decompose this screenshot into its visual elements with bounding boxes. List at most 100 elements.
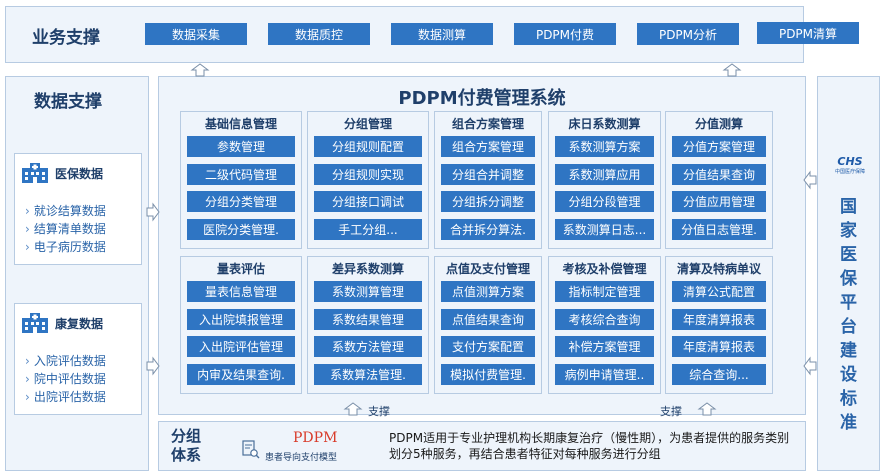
standard-title-char: 设 bbox=[840, 365, 857, 385]
module-group-title: 清算及特病单议 bbox=[676, 262, 761, 276]
module-button[interactable]: 支付方案配置 bbox=[441, 336, 535, 357]
module-group-title: 点值及支付管理 bbox=[445, 262, 530, 276]
up-arrow-icon bbox=[190, 63, 210, 77]
biz-item-pdpm-settlement[interactable]: PDPM清算 bbox=[757, 22, 859, 44]
biz-item-pdpm-analysis[interactable]: PDPM分析 bbox=[637, 23, 739, 45]
module-group: 分值测算分值方案管理 分值结果查询 分值应用管理 分值日志管理. bbox=[665, 111, 773, 249]
module-button[interactable]: 系数测算应用 bbox=[555, 163, 654, 185]
module-button[interactable]: 系数测算日志... bbox=[555, 218, 654, 240]
module-button[interactable]: 点值结果查询 bbox=[441, 308, 535, 330]
left-arrow-icon bbox=[803, 356, 817, 376]
module-button[interactable]: 综合查询... bbox=[672, 363, 766, 385]
module-button[interactable]: 补偿方案管理 bbox=[555, 336, 654, 357]
module-group-title: 分值测算 bbox=[694, 117, 743, 131]
grouping-system-panel: 分组 体系 PDPM 患者导向支付模型 PDPM适用于专业护理机构长期康复治疗（… bbox=[158, 421, 806, 471]
module-button[interactable]: 手工分组... bbox=[314, 218, 422, 240]
module-button[interactable]: 系数测算方案 bbox=[555, 136, 654, 157]
module-button[interactable]: 入出院填报管理 bbox=[187, 308, 295, 330]
module-button[interactable]: 病例申请管理.. bbox=[555, 363, 654, 385]
module-button[interactable]: 考核综合查询 bbox=[555, 308, 654, 330]
module-group-title: 量表评估 bbox=[216, 262, 265, 276]
module-button[interactable]: 系数结果管理 bbox=[314, 308, 422, 330]
module-button[interactable]: 内审及结果查询. bbox=[187, 363, 295, 385]
rehab-data-item: › 出院评估数据 bbox=[25, 390, 106, 404]
biz-item-data-collection[interactable]: 数据采集 bbox=[145, 23, 247, 45]
module-button[interactable]: 指标制定管理 bbox=[555, 281, 654, 302]
business-support-panel: 业务支撑 数据采集 数据质控 数据测算 PDPM付费 PDPM分析 bbox=[5, 6, 804, 63]
module-button[interactable]: 二级代码管理 bbox=[187, 163, 295, 185]
module-button[interactable]: 分组规则实现 bbox=[314, 163, 422, 185]
module-button[interactable]: 分值方案管理 bbox=[672, 136, 766, 157]
module-button[interactable]: 分值日志管理. bbox=[672, 218, 766, 240]
module-group: 组合方案管理 组合方案管理 分组合并调整 分组拆分调整 合并拆分算法. bbox=[434, 111, 542, 249]
chs-logo-caption: 中国医疗保障 bbox=[834, 169, 865, 175]
standard-title-char: 准 bbox=[840, 413, 857, 433]
up-arrow-icon bbox=[343, 402, 363, 416]
national-standard-title: 国 家 医 保 平 台 建 设 标 准 bbox=[818, 195, 879, 435]
module-button[interactable]: 量表信息管理 bbox=[187, 281, 295, 302]
pdpm-logo-caption: 患者导向支付模型 bbox=[265, 453, 338, 463]
rehab-data-title: 康复数据 bbox=[55, 316, 104, 331]
pdpm-system-panel: PDPM付费管理系统 基础信息管理参数管理二级代码管理 分组分类管理 医院分类管理.… bbox=[158, 76, 806, 415]
pdpm-logo-word: PDPM bbox=[293, 430, 338, 446]
module-button[interactable]: 分值结果查询 bbox=[672, 163, 766, 185]
hospital-building-icon bbox=[22, 163, 48, 183]
right-arrow-icon bbox=[146, 356, 160, 376]
module-button[interactable]: 清算公式配置 bbox=[672, 281, 766, 302]
module-button[interactable]: 年度清算报表 bbox=[672, 336, 766, 357]
module-group: 基础信息管理参数管理二级代码管理 分组分类管理 医院分类管理. bbox=[180, 111, 302, 249]
grouping-description: PDPM适用于专业护理机构长期康复治疗（慢性期），为患者提供的服务类别划分5种服… bbox=[389, 431, 790, 461]
module-button[interactable]: 分组合并调整 bbox=[441, 163, 535, 185]
chs-logo-text: CHS bbox=[837, 155, 863, 168]
module-group-title: 差异系数测算 bbox=[331, 262, 404, 276]
biz-item-pdpm-payment[interactable]: PDPM付费 bbox=[514, 23, 616, 45]
chevron-right-icon: › bbox=[25, 222, 30, 236]
module-button[interactable]: 分值应用管理 bbox=[672, 191, 766, 212]
search-document-icon bbox=[242, 440, 260, 459]
module-button[interactable]: 模拟付费管理. bbox=[441, 363, 535, 385]
module-button[interactable]: 系数测算管理 bbox=[314, 281, 422, 302]
module-button[interactable]: 年度清算报表 bbox=[672, 308, 766, 330]
up-arrow-icon bbox=[697, 402, 717, 416]
module-button[interactable]: 系数算法管理. bbox=[314, 363, 422, 385]
module-group: 考核及补偿管理 指标制定管理 考核综合查询 补偿方案管理 病例申请管理.. bbox=[548, 256, 661, 394]
module-group-title: 基础信息管理 bbox=[204, 117, 277, 131]
module-group: 清算及特病单议清算公式配置 年度清算报表 年度清算报表 综合查询... bbox=[665, 256, 773, 394]
support-label-right: 支撑 bbox=[660, 405, 682, 418]
standard-title-char: 保 bbox=[840, 269, 857, 289]
module-button[interactable]: 合并拆分算法. bbox=[441, 218, 535, 240]
module-button[interactable]: 医院分类管理. bbox=[187, 218, 295, 240]
biz-item-data-calc[interactable]: 数据测算 bbox=[391, 23, 493, 45]
module-group: 差异系数测算系数测算管理 系数结果管理 系数方法管理 系数算法管理. bbox=[307, 256, 429, 394]
module-button[interactable]: 分组分类管理 bbox=[187, 191, 295, 212]
rehab-building-icon bbox=[22, 313, 48, 333]
module-group-title: 分组管理 bbox=[343, 117, 392, 131]
grouping-system-title: 分组 体系 bbox=[171, 427, 202, 464]
module-button[interactable]: 分组分段管理 bbox=[555, 191, 654, 212]
module-button[interactable]: 分组规则配置 bbox=[314, 136, 422, 157]
standard-title-char: 家 bbox=[840, 221, 857, 241]
medical-insurance-data-item: › 电子病历数据 bbox=[25, 240, 106, 254]
up-arrow-icon bbox=[722, 63, 742, 77]
biz-item-data-qc[interactable]: 数据质控 bbox=[268, 23, 370, 45]
module-group-title: 床日系数测算 bbox=[568, 117, 641, 131]
standard-title-char: 医 bbox=[840, 245, 857, 265]
module-button[interactable]: 分组拆分调整 bbox=[441, 191, 535, 212]
module-group: 床日系数测算系数测算方案 系数测算应用 分组分段管理 系数测算日志... bbox=[548, 111, 661, 249]
module-group-title: 组合方案管理 bbox=[451, 117, 524, 131]
module-button[interactable]: 入出院评估管理 bbox=[187, 336, 295, 357]
module-button[interactable]: 点值测算方案 bbox=[441, 281, 535, 302]
standard-title-char: 建 bbox=[840, 341, 857, 361]
data-support-panel: 数据支撑 医保数据 › 就诊结算数据 › 结算清单数据 › 电子病历数据 康复数… bbox=[5, 76, 149, 471]
module-button[interactable]: 参数管理 bbox=[187, 136, 295, 157]
module-button[interactable]: 组合方案管理 bbox=[441, 136, 535, 157]
standard-title-char: 台 bbox=[840, 317, 857, 337]
chevron-right-icon: › bbox=[25, 354, 30, 368]
module-button[interactable]: 分组接口调试 bbox=[314, 191, 422, 212]
rehab-data-box: 康复数据 › 入院评估数据 › 院中评估数据 › 出院评估数据 bbox=[14, 303, 142, 415]
support-label-left: 支撑 bbox=[368, 405, 390, 418]
module-button[interactable]: 系数方法管理 bbox=[314, 336, 422, 357]
pdpm-system-title: PDPM付费管理系统 bbox=[398, 88, 566, 109]
data-support-title: 数据支撑 bbox=[34, 92, 102, 112]
module-group: 分组管理分组规则配置 分组规则实现 分组接口调试 手工分组... bbox=[307, 111, 429, 249]
